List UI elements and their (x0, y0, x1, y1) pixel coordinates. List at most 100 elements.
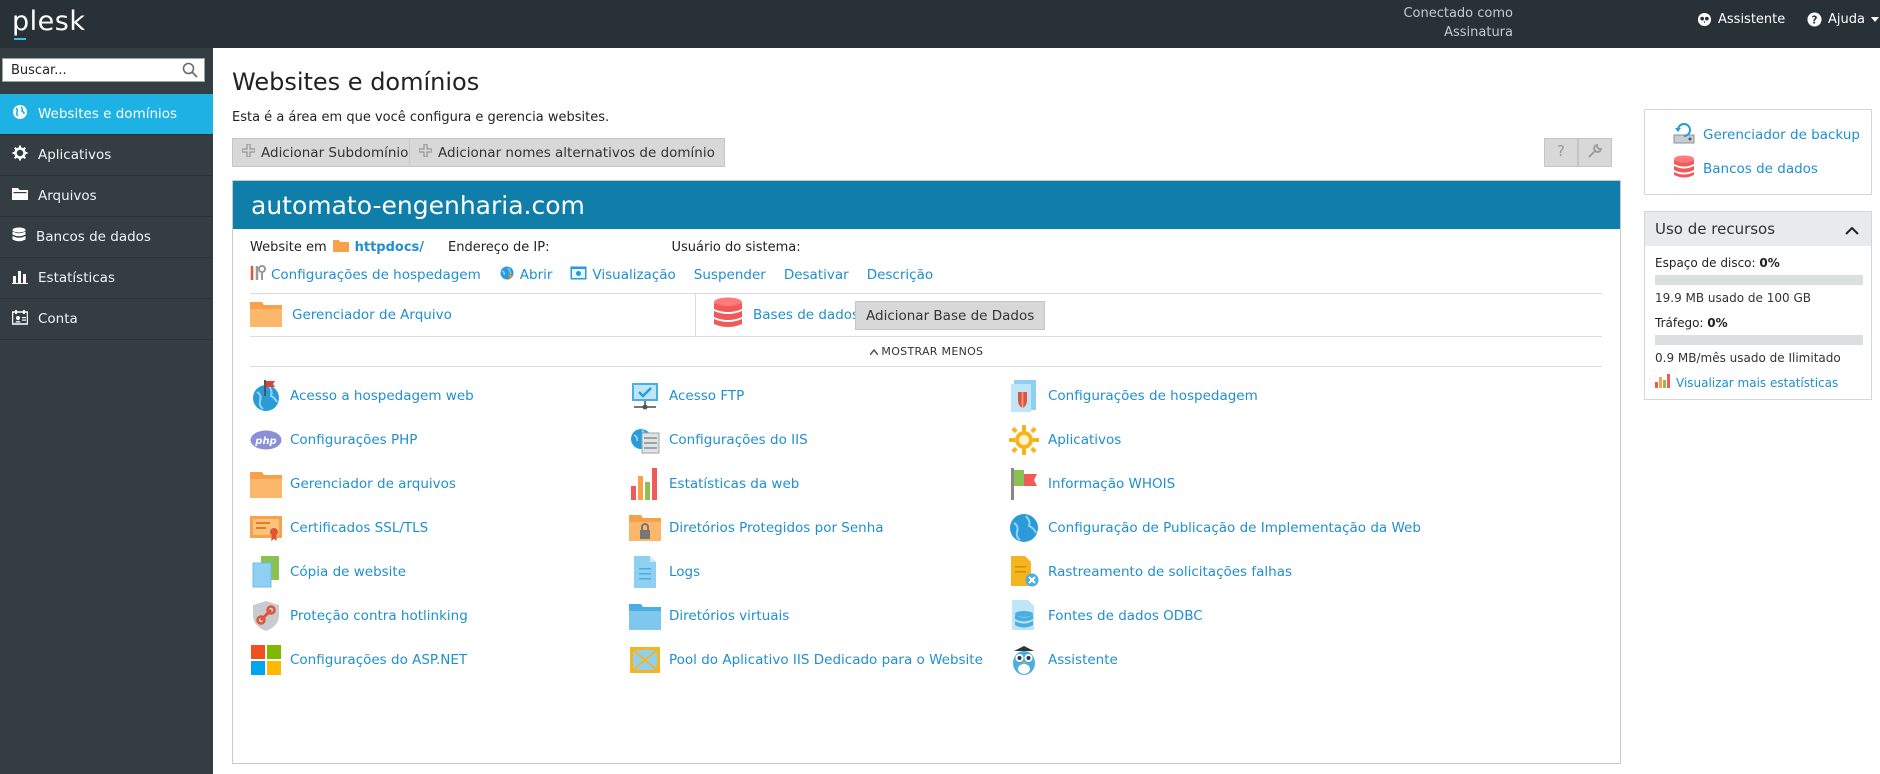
assistant-button[interactable]: Assistente (1697, 12, 1785, 27)
svg-text:php: php (254, 436, 276, 447)
tool-php-settings[interactable]: php Configurações PHP (250, 423, 417, 457)
tool-odbc-data-sources[interactable]: Fontes de dados ODBC (1008, 599, 1203, 633)
hosting-settings-label: Configurações de hospedagem (271, 267, 481, 283)
sidebar-item-statistics[interactable]: Estatísticas (0, 258, 213, 299)
search-input[interactable] (3, 59, 173, 81)
tool-label: Configuração de Publicação de Implementa… (1048, 520, 1421, 536)
disk-usage-bar (1655, 275, 1863, 285)
connected-as: Conectado como Assinatura (1403, 4, 1513, 42)
assistant-label: Assistente (1718, 12, 1786, 27)
tool-protected-directories[interactable]: Diretórios Protegidos por Senha (629, 511, 884, 545)
sidebar-item-label: Conta (38, 311, 78, 327)
database-icon (12, 227, 26, 247)
sidebar-item-label: Websites e domínios (38, 106, 178, 122)
help-button[interactable]: ? (1544, 138, 1578, 167)
tool-label: Diretórios Protegidos por Senha (669, 520, 884, 536)
description-link[interactable]: Descrição (867, 267, 933, 283)
tool-label: Estatísticas da web (669, 476, 800, 492)
domain-name[interactable]: automato-engenharia.com (233, 181, 1620, 229)
system-user-label: Usuário do sistema: (671, 240, 801, 255)
tool-web-statistics[interactable]: Estatísticas da web (629, 467, 799, 501)
traffic-usage-bar (1655, 335, 1863, 345)
add-domain-alias-button[interactable]: Adicionar nomes alternativos de domínio (409, 138, 725, 167)
sidebar-nav: Websites e domínios Aplicativos Arquivos… (0, 94, 213, 340)
tool-label: Pool do Aplicativo IIS Dedicado para o W… (669, 652, 983, 668)
sidebar-item-files[interactable]: Arquivos (0, 176, 213, 217)
iis-settings-icon (629, 424, 661, 456)
tool-label: Configurações de hospedagem (1048, 388, 1258, 404)
applications-icon (1008, 424, 1040, 456)
docroot-link[interactable]: httpdocs/ (355, 240, 424, 255)
tool-iis-settings[interactable]: Configurações do IIS (629, 423, 808, 457)
add-database-button[interactable]: Adicionar Base de Dados (855, 301, 1046, 330)
web-hosting-access-icon (250, 380, 282, 412)
databases-icon (713, 297, 743, 333)
account-icon (11, 309, 29, 329)
tool-label: Proteção contra hotlinking (290, 608, 468, 624)
tool-whois[interactable]: Informação WHOIS (1008, 467, 1175, 501)
add-subdomain-button[interactable]: Adicionar Subdomínio (232, 138, 419, 167)
file-manager-shortcut[interactable]: Gerenciador de Arquivo (250, 299, 452, 331)
add-domain-alias-label: Adicionar nomes alternativos de domínio (438, 144, 715, 161)
tool-web-hosting-access[interactable]: Acesso a hospedagem web (250, 379, 474, 413)
tool-file-manager[interactable]: Gerenciador de arquivos (250, 467, 456, 501)
tool-hotlink-protection[interactable]: Proteção contra hotlinking (250, 599, 468, 633)
tool-ftp-access[interactable]: Acesso FTP (629, 379, 744, 413)
php-icon: php (250, 424, 282, 456)
sidebar-item-account[interactable]: Conta (0, 299, 213, 340)
svg-text:?: ? (1557, 143, 1565, 159)
help-button[interactable]: ? Ajuda (1807, 12, 1879, 27)
tool-label: Acesso a hospedagem web (290, 388, 474, 404)
tool-aspnet-settings[interactable]: Configurações do ASP.NET (250, 643, 467, 677)
tool-website-copy[interactable]: Cópia de website (250, 555, 406, 589)
tool-logs[interactable]: Logs (629, 555, 700, 589)
tool-ssl-certificates[interactable]: Certificados SSL/TLS (250, 511, 428, 545)
plesk-logo[interactable]: plesk (12, 6, 85, 37)
help-icon: ? (1807, 12, 1822, 27)
disable-link[interactable]: Desativar (784, 267, 849, 283)
tool-label: Rastreamento de solicitações falhas (1048, 564, 1293, 580)
sidebar-item-websites[interactable]: Websites e domínios (0, 94, 213, 135)
tool-hosting-settings[interactable]: Configurações de hospedagem (1008, 379, 1258, 413)
top-bar: plesk Conectado como Assinatura Assisten… (0, 0, 1880, 48)
disk-usage-label: Espaço de disco: 0% (1655, 256, 1780, 270)
backup-manager-link[interactable]: Gerenciador de backup (1673, 122, 1860, 148)
ftp-access-icon (629, 380, 661, 412)
tool-failed-request-tracing[interactable]: Rastreamento de solicitações falhas (1008, 555, 1292, 589)
tool-virtual-directories[interactable]: Diretórios virtuais (629, 599, 789, 633)
databases-shortcut[interactable]: Bases de dados (713, 297, 859, 333)
preview-link[interactable]: Visualização (570, 266, 676, 284)
search-box (2, 58, 205, 82)
search-icon[interactable] (182, 62, 198, 81)
tool-label: Configurações PHP (290, 432, 418, 448)
show-less-toggle[interactable]: MOSTRAR MENOS (233, 345, 1620, 358)
databases-link[interactable]: Bancos de dados (1673, 155, 1818, 183)
statistics-icon (1655, 374, 1671, 391)
protected-directories-icon (629, 512, 661, 544)
tool-label: Assistente (1048, 652, 1118, 668)
hosting-settings-icon (1008, 380, 1040, 412)
hosting-settings-link[interactable]: Configurações de hospedagem (250, 265, 481, 285)
tool-label: Logs (669, 564, 701, 580)
sidebar-item-label: Arquivos (38, 188, 97, 204)
tool-iis-app-pool[interactable]: Pool do Aplicativo IIS Dedicado para o W… (629, 643, 983, 677)
sidebar-item-applications[interactable]: Aplicativos (0, 135, 213, 176)
page-title: Websites e domínios (232, 68, 480, 96)
open-link[interactable]: Abrir (499, 265, 552, 285)
tool-web-deploy[interactable]: Configuração de Publicação de Implementa… (1008, 511, 1421, 545)
settings-wrench-button[interactable] (1578, 138, 1612, 167)
databases-label: Bancos de dados (1703, 161, 1818, 177)
tool-assistant[interactable]: Assistente (1008, 643, 1118, 677)
more-statistics-link[interactable]: Visualizar mais estatísticas (1655, 374, 1838, 391)
resource-usage-header[interactable]: Uso de recursos (1645, 212, 1871, 246)
odbc-icon (1008, 600, 1040, 632)
failed-request-tracing-icon (1008, 556, 1040, 588)
tool-applications[interactable]: Aplicativos (1008, 423, 1121, 457)
sidebar-item-databases[interactable]: Bancos de dados (0, 217, 213, 258)
suspend-link[interactable]: Suspender (694, 267, 766, 283)
traffic-usage-note: 0.9 MB/mês usado de Ilimitado (1655, 351, 1841, 365)
web-statistics-icon (629, 468, 661, 500)
traffic-percent: 0% (1707, 316, 1728, 330)
folder-icon (12, 187, 28, 205)
collapse-chevron-icon[interactable] (1845, 222, 1859, 240)
